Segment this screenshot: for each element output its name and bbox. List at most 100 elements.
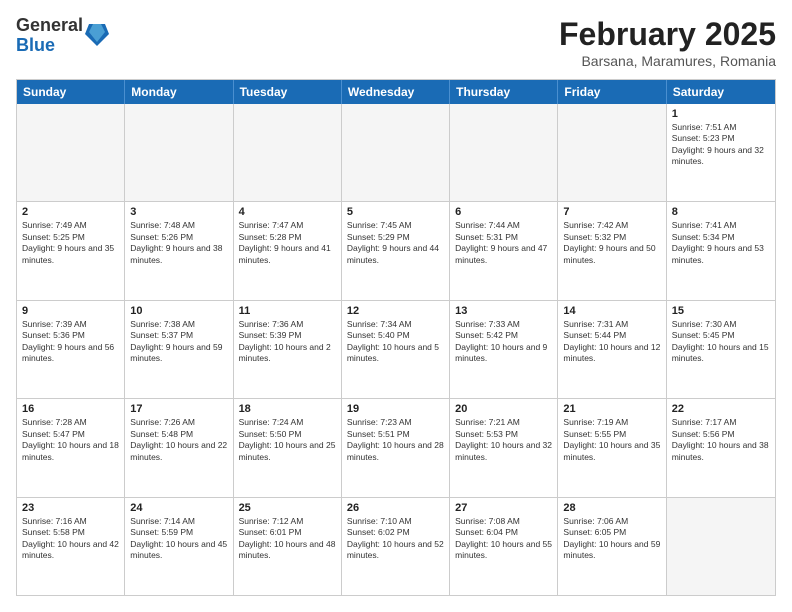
day-info: Sunrise: 7:23 AM Sunset: 5:51 PM Dayligh… xyxy=(347,417,444,463)
day-cell-12: 12 Sunrise: 7:34 AM Sunset: 5:40 PM Dayli… xyxy=(342,301,450,398)
day-number: 26 xyxy=(347,502,444,514)
day-cell-14: 14 Sunrise: 7:31 AM Sunset: 5:44 PM Dayli… xyxy=(558,301,666,398)
calendar-header: SundayMondayTuesdayWednesdayThursdayFrid… xyxy=(17,80,775,104)
day-cell-empty-0-0 xyxy=(17,104,125,201)
day-header-thursday: Thursday xyxy=(450,80,558,104)
day-number: 5 xyxy=(347,206,444,218)
calendar-row-0: 1 Sunrise: 7:51 AM Sunset: 5:23 PM Daylig… xyxy=(17,104,775,201)
day-header-wednesday: Wednesday xyxy=(342,80,450,104)
day-cell-9: 9 Sunrise: 7:39 AM Sunset: 5:36 PM Daylig… xyxy=(17,301,125,398)
day-number: 8 xyxy=(672,206,770,218)
day-info: Sunrise: 7:30 AM Sunset: 5:45 PM Dayligh… xyxy=(672,319,770,365)
day-cell-6: 6Sunrise: 7:44 AM Sunset: 5:31 PM Daylig… xyxy=(450,202,558,299)
day-number: 22 xyxy=(672,403,770,415)
day-info: Sunrise: 7:36 AM Sunset: 5:39 PM Dayligh… xyxy=(239,319,336,365)
day-number: 28 xyxy=(563,502,660,514)
logo: General Blue xyxy=(16,16,109,56)
day-cell-18: 18 Sunrise: 7:24 AM Sunset: 5:50 PM Dayli… xyxy=(234,399,342,496)
day-cell-25: 25 Sunrise: 7:12 AM Sunset: 6:01 PM Dayli… xyxy=(234,498,342,595)
day-info: Sunrise: 7:24 AM Sunset: 5:50 PM Dayligh… xyxy=(239,417,336,463)
day-cell-5: 5 Sunrise: 7:45 AM Sunset: 5:29 PM Daylig… xyxy=(342,202,450,299)
day-cell-empty-0-2 xyxy=(234,104,342,201)
day-number: 17 xyxy=(130,403,227,415)
logo-text: General Blue xyxy=(16,16,83,56)
day-info: Sunrise: 7:16 AM Sunset: 5:58 PM Dayligh… xyxy=(22,516,119,562)
day-number: 9 xyxy=(22,305,119,317)
day-info: Sunrise: 7:26 AM Sunset: 5:48 PM Dayligh… xyxy=(130,417,227,463)
calendar-row-3: 16 Sunrise: 7:28 AM Sunset: 5:47 PM Dayli… xyxy=(17,398,775,496)
day-cell-7: 7 Sunrise: 7:42 AM Sunset: 5:32 PM Daylig… xyxy=(558,202,666,299)
month-title: February 2025 xyxy=(559,16,776,53)
logo-general: General xyxy=(16,16,83,36)
day-number: 13 xyxy=(455,305,552,317)
day-info: Sunrise: 7:17 AM Sunset: 5:56 PM Dayligh… xyxy=(672,417,770,463)
day-number: 19 xyxy=(347,403,444,415)
day-cell-23: 23 Sunrise: 7:16 AM Sunset: 5:58 PM Dayli… xyxy=(17,498,125,595)
day-number: 2 xyxy=(22,206,119,218)
day-number: 11 xyxy=(239,305,336,317)
day-info: Sunrise: 7:08 AM Sunset: 6:04 PM Dayligh… xyxy=(455,516,552,562)
calendar-row-1: 2 Sunrise: 7:49 AM Sunset: 5:25 PM Daylig… xyxy=(17,201,775,299)
day-number: 4 xyxy=(239,206,336,218)
day-cell-empty-0-3 xyxy=(342,104,450,201)
day-info: Sunrise: 7:19 AM Sunset: 5:55 PM Dayligh… xyxy=(563,417,660,463)
day-number: 15 xyxy=(672,305,770,317)
day-number: 12 xyxy=(347,305,444,317)
page: General Blue February 2025 Barsana, Mara… xyxy=(0,0,792,612)
day-info: Sunrise: 7:51 AM Sunset: 5:23 PM Dayligh… xyxy=(672,122,770,168)
day-cell-26: 26 Sunrise: 7:10 AM Sunset: 6:02 PM Dayli… xyxy=(342,498,450,595)
day-number: 1 xyxy=(672,108,770,120)
title-block: February 2025 Barsana, Maramures, Romani… xyxy=(559,16,776,69)
day-number: 25 xyxy=(239,502,336,514)
day-info: Sunrise: 7:39 AM Sunset: 5:36 PM Dayligh… xyxy=(22,319,119,365)
day-cell-16: 16 Sunrise: 7:28 AM Sunset: 5:47 PM Dayli… xyxy=(17,399,125,496)
day-number: 23 xyxy=(22,502,119,514)
day-info: Sunrise: 7:49 AM Sunset: 5:25 PM Dayligh… xyxy=(22,220,119,266)
day-info: Sunrise: 7:45 AM Sunset: 5:29 PM Dayligh… xyxy=(347,220,444,266)
day-number: 6 xyxy=(455,206,552,218)
day-info: Sunrise: 7:06 AM Sunset: 6:05 PM Dayligh… xyxy=(563,516,660,562)
day-header-saturday: Saturday xyxy=(667,80,775,104)
day-cell-15: 15 Sunrise: 7:30 AM Sunset: 5:45 PM Dayli… xyxy=(667,301,775,398)
day-info: Sunrise: 7:42 AM Sunset: 5:32 PM Dayligh… xyxy=(563,220,660,266)
day-cell-21: 21Sunrise: 7:19 AM Sunset: 5:55 PM Dayli… xyxy=(558,399,666,496)
day-number: 20 xyxy=(455,403,552,415)
day-info: Sunrise: 7:41 AM Sunset: 5:34 PM Dayligh… xyxy=(672,220,770,266)
day-info: Sunrise: 7:31 AM Sunset: 5:44 PM Dayligh… xyxy=(563,319,660,365)
day-info: Sunrise: 7:21 AM Sunset: 5:53 PM Dayligh… xyxy=(455,417,552,463)
day-header-monday: Monday xyxy=(125,80,233,104)
day-header-sunday: Sunday xyxy=(17,80,125,104)
calendar-row-2: 9 Sunrise: 7:39 AM Sunset: 5:36 PM Daylig… xyxy=(17,300,775,398)
day-cell-empty-4-6 xyxy=(667,498,775,595)
day-number: 27 xyxy=(455,502,552,514)
day-info: Sunrise: 7:33 AM Sunset: 5:42 PM Dayligh… xyxy=(455,319,552,365)
calendar-row-4: 23 Sunrise: 7:16 AM Sunset: 5:58 PM Dayli… xyxy=(17,497,775,595)
day-cell-28: 28 Sunrise: 7:06 AM Sunset: 6:05 PM Dayli… xyxy=(558,498,666,595)
day-cell-20: 20 Sunrise: 7:21 AM Sunset: 5:53 PM Dayli… xyxy=(450,399,558,496)
calendar-body: 1 Sunrise: 7:51 AM Sunset: 5:23 PM Daylig… xyxy=(17,104,775,595)
day-cell-empty-0-5 xyxy=(558,104,666,201)
day-header-friday: Friday xyxy=(558,80,666,104)
header: General Blue February 2025 Barsana, Mara… xyxy=(16,16,776,69)
day-info: Sunrise: 7:28 AM Sunset: 5:47 PM Dayligh… xyxy=(22,417,119,463)
day-number: 18 xyxy=(239,403,336,415)
day-cell-1: 1 Sunrise: 7:51 AM Sunset: 5:23 PM Daylig… xyxy=(667,104,775,201)
day-info: Sunrise: 7:12 AM Sunset: 6:01 PM Dayligh… xyxy=(239,516,336,562)
day-cell-27: 27 Sunrise: 7:08 AM Sunset: 6:04 PM Dayli… xyxy=(450,498,558,595)
day-cell-2: 2 Sunrise: 7:49 AM Sunset: 5:25 PM Daylig… xyxy=(17,202,125,299)
logo-blue: Blue xyxy=(16,36,83,56)
day-info: Sunrise: 7:34 AM Sunset: 5:40 PM Dayligh… xyxy=(347,319,444,365)
day-number: 14 xyxy=(563,305,660,317)
day-cell-19: 19 Sunrise: 7:23 AM Sunset: 5:51 PM Dayli… xyxy=(342,399,450,496)
day-number: 16 xyxy=(22,403,119,415)
day-number: 10 xyxy=(130,305,227,317)
day-header-tuesday: Tuesday xyxy=(234,80,342,104)
day-number: 7 xyxy=(563,206,660,218)
logo-icon xyxy=(85,20,109,48)
day-cell-3: 3Sunrise: 7:48 AM Sunset: 5:26 PM Daylig… xyxy=(125,202,233,299)
calendar: SundayMondayTuesdayWednesdayThursdayFrid… xyxy=(16,79,776,596)
day-cell-empty-0-1 xyxy=(125,104,233,201)
day-info: Sunrise: 7:48 AM Sunset: 5:26 PM Dayligh… xyxy=(130,220,227,266)
day-info: Sunrise: 7:10 AM Sunset: 6:02 PM Dayligh… xyxy=(347,516,444,562)
day-info: Sunrise: 7:14 AM Sunset: 5:59 PM Dayligh… xyxy=(130,516,227,562)
